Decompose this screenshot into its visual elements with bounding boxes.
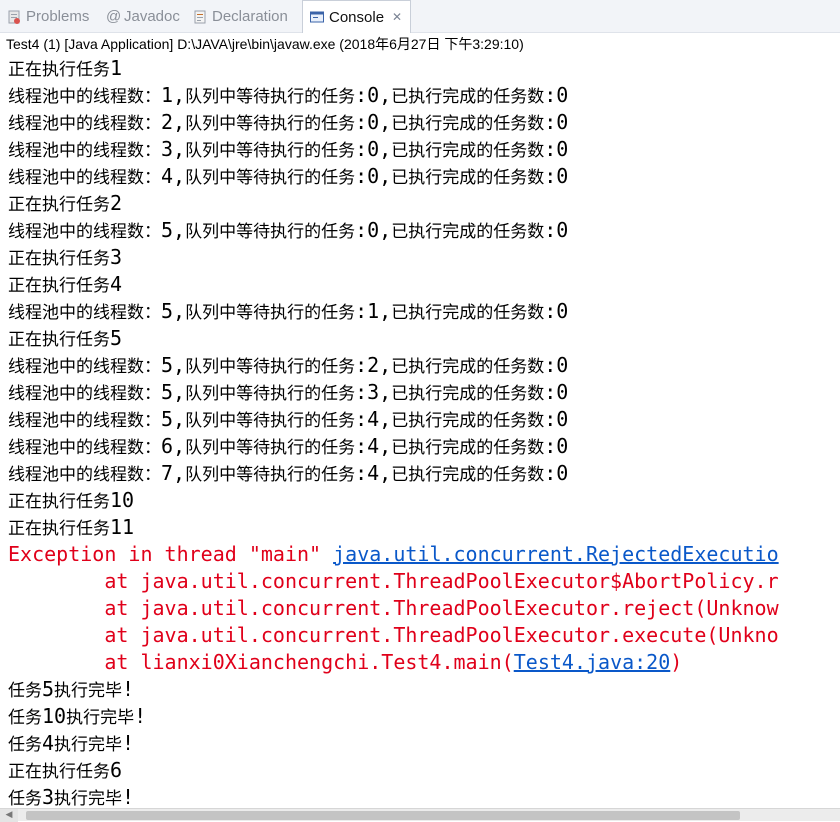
line-text: 任务10执行完毕!: [8, 704, 147, 728]
stderr-line: Exception in thread "main" java.util.con…: [8, 541, 779, 568]
stdout-line: 线程池中的线程数：3,队列中等待执行的任务:0,已执行完成的任务数:0: [8, 136, 568, 163]
line-text: 正在执行任务5: [8, 326, 123, 350]
stdout-line: 任务5执行完毕!: [8, 676, 134, 703]
line-text: 任务5执行完毕!: [8, 677, 135, 701]
problems-icon: [6, 9, 22, 25]
stdout-line: 线程池中的线程数：6,队列中等待执行的任务:4,已执行完成的任务数:0: [8, 433, 568, 460]
line-text: 线程池中的线程数：3,队列中等待执行的任务:0,已执行完成的任务数:0: [8, 137, 569, 161]
tab-javadoc[interactable]: @ Javadoc: [106, 0, 180, 33]
stdout-line: 正在执行任务6: [8, 757, 122, 784]
stdout-line: 线程池中的线程数：5,队列中等待执行的任务:0,已执行完成的任务数:0: [8, 217, 568, 244]
console-title: Test4 (1) [Java Application] D:\JAVA\jre…: [6, 36, 524, 52]
line-text: 正在执行任务10: [8, 488, 135, 512]
line-text: 线程池中的线程数：5,队列中等待执行的任务:4,已执行完成的任务数:0: [8, 407, 569, 431]
line-text: at java.util.concurrent.ThreadPoolExecut…: [8, 569, 779, 593]
console-view-tabbar: Problems @ Javadoc Declaration Console ✕: [0, 0, 840, 33]
console-icon: [309, 9, 325, 25]
tab-label: Javadoc: [124, 8, 180, 25]
line-text: 线程池中的线程数：4,队列中等待执行的任务:0,已执行完成的任务数:0: [8, 164, 569, 188]
line-text: 正在执行任务1: [8, 56, 123, 80]
line-text: 线程池中的线程数：5,队列中等待执行的任务:0,已执行完成的任务数:0: [8, 218, 569, 242]
close-icon[interactable]: ✕: [392, 10, 402, 24]
console-output[interactable]: 正在执行任务1 线程池中的线程数：1,队列中等待执行的任务:0,已执行完成的任务数…: [0, 55, 840, 809]
tab-label: Problems: [26, 8, 90, 25]
stdout-line: 任务10执行完毕!: [8, 703, 146, 730]
line-text: 正在执行任务11: [8, 515, 135, 539]
line-text: 正在执行任务3: [8, 245, 123, 269]
line-text: 线程池中的线程数：1,队列中等待执行的任务:0,已执行完成的任务数:0: [8, 83, 569, 107]
stdout-line: 正在执行任务10: [8, 487, 134, 514]
stderr-line: at lianxi0Xianchengchi.Test4.main(Test4.…: [8, 649, 682, 676]
scroll-left-arrow-icon[interactable]: ◀: [0, 809, 18, 822]
line-text: 线程池中的线程数：7,队列中等待执行的任务:4,已执行完成的任务数:0: [8, 461, 569, 485]
scrollbar-thumb[interactable]: [26, 811, 740, 820]
tab-console[interactable]: Console ✕: [302, 0, 412, 33]
line-text: 正在执行任务4: [8, 272, 123, 296]
stdout-line: 线程池中的线程数：5,队列中等待执行的任务:3,已执行完成的任务数:0: [8, 379, 568, 406]
stderr-line: at java.util.concurrent.ThreadPoolExecut…: [8, 568, 779, 595]
line-text: 任务3执行完毕!: [8, 785, 135, 809]
stdout-line: 任务3执行完毕!: [8, 784, 134, 809]
stacktrace-link[interactable]: java.util.concurrent.RejectedExecutio: [333, 542, 779, 566]
stderr-line: at java.util.concurrent.ThreadPoolExecut…: [8, 622, 779, 649]
tab-label: Console: [329, 8, 385, 26]
javadoc-icon: @: [106, 7, 122, 25]
line-text: 线程池中的线程数：6,队列中等待执行的任务:4,已执行完成的任务数:0: [8, 434, 569, 458]
line-text: 线程池中的线程数：5,队列中等待执行的任务:2,已执行完成的任务数:0: [8, 353, 569, 377]
horizontal-scrollbar[interactable]: ◀: [0, 808, 840, 822]
stdout-line: 线程池中的线程数：2,队列中等待执行的任务:0,已执行完成的任务数:0: [8, 109, 568, 136]
line-text: 正在执行任务2: [8, 191, 123, 215]
declaration-icon: [192, 9, 208, 25]
line-text: at lianxi0Xianchengchi.Test4.main(: [8, 650, 514, 674]
stdout-line: 正在执行任务11: [8, 514, 134, 541]
stdout-line: 正在执行任务4: [8, 271, 122, 298]
stdout-line: 线程池中的线程数：5,队列中等待执行的任务:2,已执行完成的任务数:0: [8, 352, 568, 379]
stdout-line: 线程池中的线程数：5,队列中等待执行的任务:1,已执行完成的任务数:0: [8, 298, 568, 325]
line-text: 线程池中的线程数：5,队列中等待执行的任务:1,已执行完成的任务数:0: [8, 299, 569, 323]
stdout-line: 正在执行任务5: [8, 325, 122, 352]
line-text: 线程池中的线程数：5,队列中等待执行的任务:3,已执行完成的任务数:0: [8, 380, 569, 404]
stdout-line: 线程池中的线程数：4,队列中等待执行的任务:0,已执行完成的任务数:0: [8, 163, 568, 190]
stdout-line: 任务4执行完毕!: [8, 730, 134, 757]
line-text: at java.util.concurrent.ThreadPoolExecut…: [8, 623, 779, 647]
stacktrace-link[interactable]: Test4.java:20: [514, 650, 671, 674]
stderr-line: at java.util.concurrent.ThreadPoolExecut…: [8, 595, 779, 622]
stdout-line: 正在执行任务3: [8, 244, 122, 271]
line-text: 正在执行任务6: [8, 758, 123, 782]
stdout-line: 线程池中的线程数：1,队列中等待执行的任务:0,已执行完成的任务数:0: [8, 82, 568, 109]
line-text: 线程池中的线程数：2,队列中等待执行的任务:0,已执行完成的任务数:0: [8, 110, 569, 134]
stdout-line: 正在执行任务2: [8, 190, 122, 217]
stdout-line: 线程池中的线程数：7,队列中等待执行的任务:4,已执行完成的任务数:0: [8, 460, 568, 487]
stdout-line: 线程池中的线程数：5,队列中等待执行的任务:4,已执行完成的任务数:0: [8, 406, 568, 433]
line-text: Exception in thread "main": [8, 542, 334, 566]
line-text: 任务4执行完毕!: [8, 731, 135, 755]
tab-declaration[interactable]: Declaration: [192, 0, 288, 33]
line-text: at java.util.concurrent.ThreadPoolExecut…: [8, 596, 779, 620]
tab-problems[interactable]: Problems: [6, 0, 89, 33]
stdout-line: 正在执行任务1: [8, 55, 122, 82]
tab-label: Declaration: [212, 8, 288, 25]
line-text-suffix: ): [670, 650, 683, 674]
